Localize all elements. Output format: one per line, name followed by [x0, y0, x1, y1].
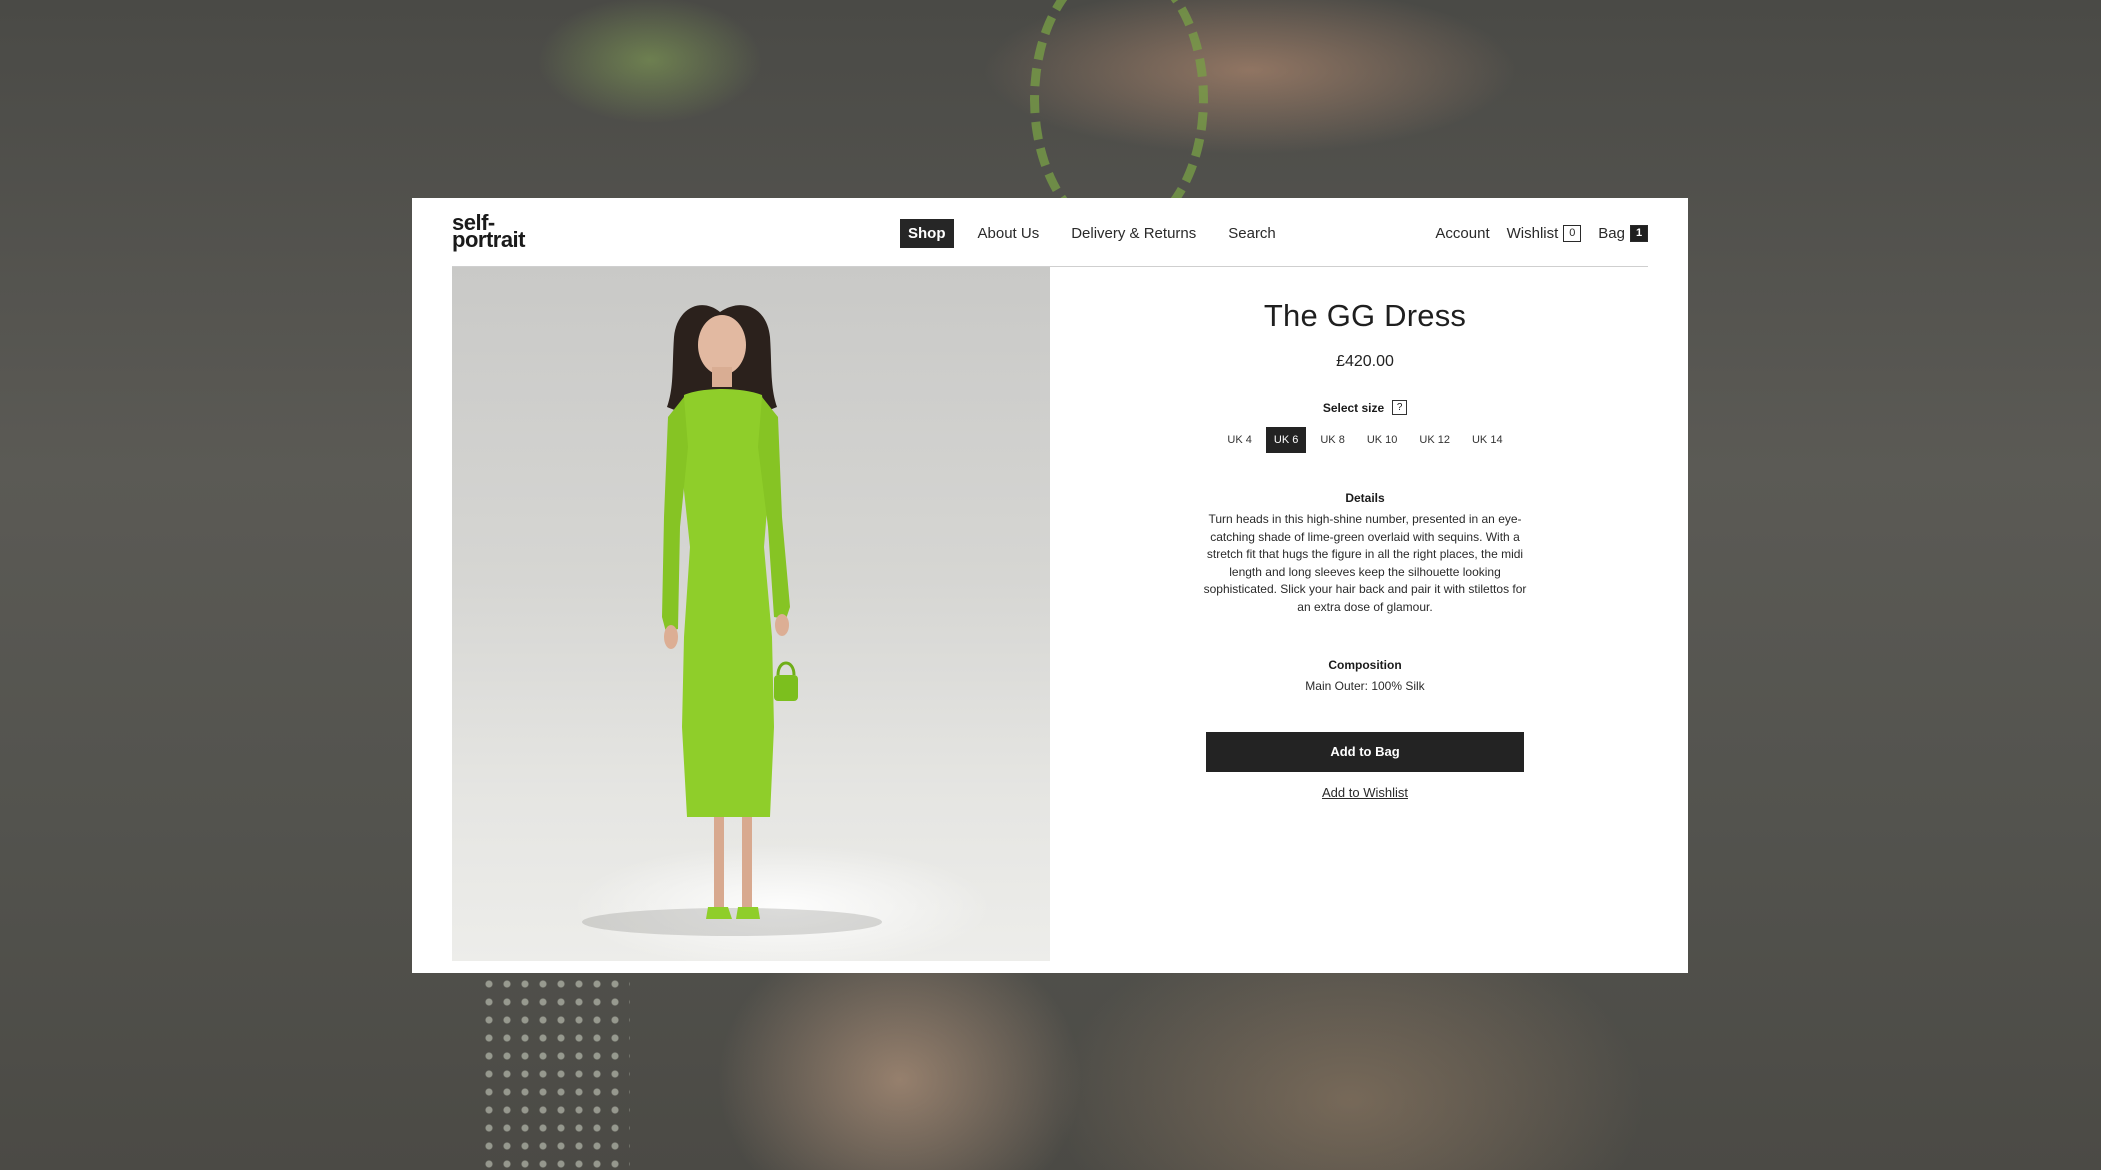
- wishlist-count-badge: 0: [1563, 225, 1582, 242]
- product-title: The GG Dress: [1263, 298, 1467, 333]
- size-guide-help-icon[interactable]: ?: [1392, 400, 1408, 415]
- select-size-label: Select size: [1322, 400, 1385, 415]
- utility-nav: Account Wishlist 0 Bag 1: [1418, 225, 1648, 242]
- nav-item-shop[interactable]: Shop: [900, 219, 954, 248]
- site-header: self- portrait Shop About Us Delivery & …: [452, 198, 1648, 267]
- wishlist-link[interactable]: Wishlist 0: [1507, 225, 1582, 242]
- logo-line-2: portrait: [452, 227, 526, 252]
- account-link[interactable]: Account: [1435, 225, 1489, 242]
- nav-item-about-us[interactable]: About Us: [970, 219, 1048, 248]
- size-option-uk-4[interactable]: UK 4: [1219, 427, 1259, 453]
- model-illustration: [582, 305, 882, 936]
- composition-heading: Composition: [1328, 658, 1402, 672]
- size-option-uk-10[interactable]: UK 10: [1359, 427, 1406, 453]
- wishlist-label: Wishlist: [1506, 225, 1559, 242]
- bag-count-badge: 1: [1630, 225, 1648, 242]
- nav-item-search[interactable]: Search: [1220, 219, 1284, 248]
- main-nav: Shop About Us Delivery & Returns Search: [900, 219, 1300, 248]
- composition-text: Main Outer: 100% Silk: [1305, 679, 1425, 693]
- background-dotted-fabric: [480, 975, 630, 1170]
- add-to-wishlist-link[interactable]: Add to Wishlist: [1179, 785, 1551, 800]
- size-selector-label-row: Select size ?: [1179, 400, 1551, 415]
- add-to-bag-button[interactable]: Add to Bag: [1206, 731, 1524, 772]
- details-text: Turn heads in this high-shine number, pr…: [1203, 512, 1527, 614]
- size-option-uk-8[interactable]: UK 8: [1312, 427, 1352, 453]
- size-option-uk-14[interactable]: UK 14: [1464, 427, 1511, 453]
- details-heading: Details: [1345, 491, 1385, 505]
- account-label: Account: [1435, 225, 1490, 242]
- brand-logo[interactable]: self- portrait: [452, 212, 526, 252]
- bag-link[interactable]: Bag 1: [1598, 225, 1648, 242]
- product-price: £420.00: [1336, 353, 1394, 370]
- product-image[interactable]: [452, 267, 1050, 961]
- product-page-card: self- portrait Shop About Us Delivery & …: [412, 198, 1688, 973]
- size-options: UK 4 UK 6 UK 8 UK 10 UK 12 UK 14: [1179, 427, 1551, 453]
- product-details: The GG Dress £420.00 Select size ? UK 4 …: [1179, 298, 1551, 800]
- bag-label: Bag: [1598, 225, 1625, 242]
- nav-item-delivery-returns[interactable]: Delivery & Returns: [1063, 219, 1204, 248]
- size-option-uk-6[interactable]: UK 6: [1265, 427, 1307, 453]
- size-option-uk-12[interactable]: UK 12: [1411, 427, 1458, 453]
